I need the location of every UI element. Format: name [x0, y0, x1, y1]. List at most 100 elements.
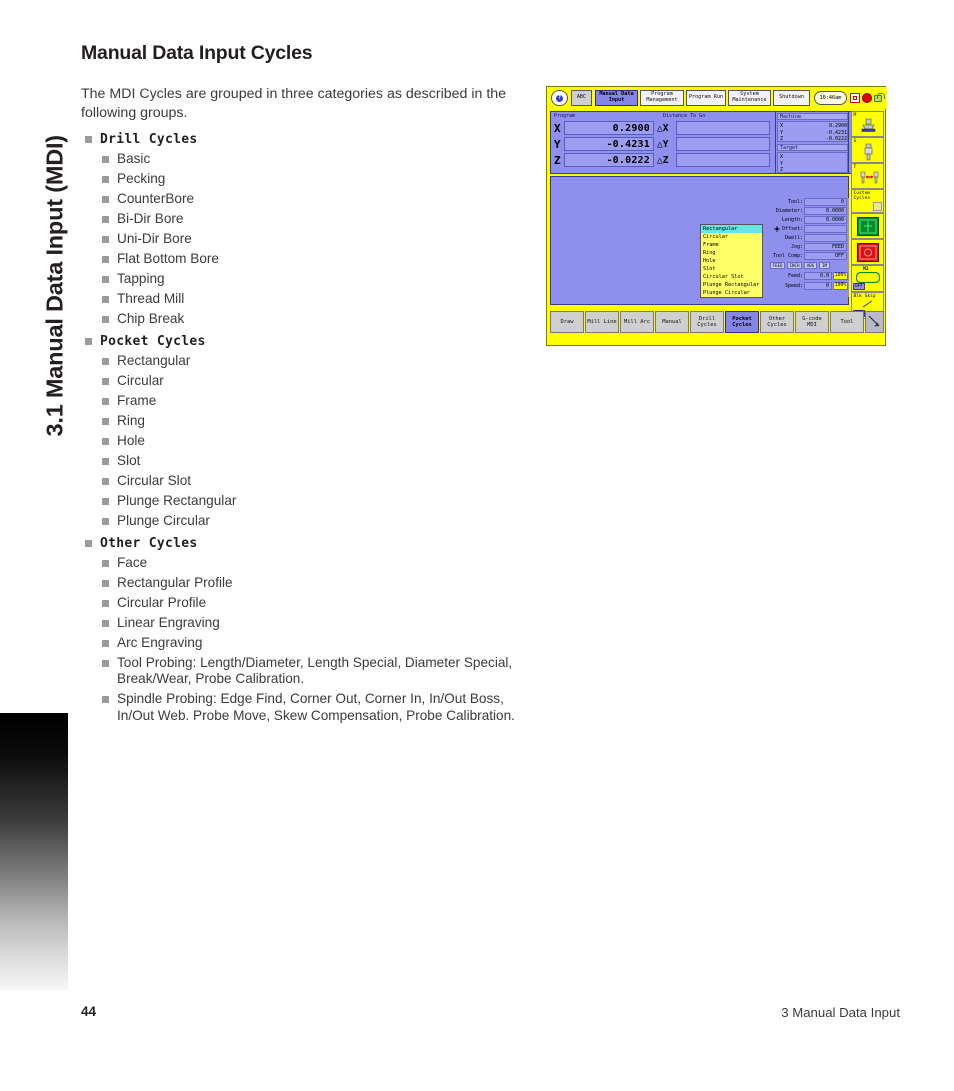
machine-axis-x: X: [780, 123, 784, 129]
rail-item-red-part[interactable]: [851, 239, 884, 265]
rail-item-tool-changer[interactable]: T: [851, 163, 884, 189]
footer-section-label: 3 Manual Data Input: [781, 1005, 900, 1020]
feed-override-percent[interactable]: 100%: [833, 272, 848, 280]
machine-value-z: -0.0222: [825, 136, 847, 142]
softkey-drill-cycles[interactable]: Drill Cycles: [690, 311, 724, 333]
dro-value-y[interactable]: -0.4231: [564, 137, 654, 151]
bullet-square-icon: [102, 255, 109, 263]
unit-button-abs[interactable]: ABS: [804, 262, 817, 269]
custom-cycles-icon: [873, 202, 882, 211]
softkey-mill-line[interactable]: Mill Line: [585, 311, 619, 333]
cycle-option-plunge-rectangular[interactable]: Plunge Rectangular: [701, 281, 762, 289]
bullet-square-icon: [102, 659, 109, 667]
cycle-group-heading: Drill Cycles: [81, 132, 536, 147]
cycle-option-plunge-circular[interactable]: Plunge Circular: [701, 289, 762, 297]
cycle-option-slot[interactable]: Slot: [701, 265, 762, 273]
cycle-option-circular-slot[interactable]: Circular Slot: [701, 273, 762, 281]
bullet-square-icon: [102, 295, 109, 303]
cycle-item-label: Ring: [117, 412, 145, 428]
unlock-icon[interactable]: [874, 93, 885, 102]
cnc-top-toolbar: ? ABC Manual Data Input Program Manageme…: [547, 87, 887, 109]
dwell-value[interactable]: [804, 234, 847, 242]
cycle-item-label: Flat Bottom Bore: [117, 250, 219, 266]
rail-item-custom-cycles[interactable]: Custom Cycles: [851, 189, 884, 213]
cycle-group-heading: Pocket Cycles: [81, 334, 536, 349]
tab-system-maintenance[interactable]: System Maintenance: [728, 90, 771, 106]
abc-keyboard-button[interactable]: ABC: [571, 90, 592, 106]
estop-icon[interactable]: [862, 93, 872, 103]
rail-item-spindle-s[interactable]: S: [851, 137, 884, 163]
cycle-item-label: Spindle Probing: Edge Find, Corner Out, …: [117, 691, 515, 723]
cycle-item-label: Pecking: [117, 170, 166, 186]
bullet-square-icon: [102, 175, 109, 183]
cycle-option-hole[interactable]: Hole: [701, 257, 762, 265]
cycle-item: Plunge Rectangular: [98, 493, 536, 510]
softkey-mill-arc[interactable]: Mill Arc: [620, 311, 654, 333]
tool-value[interactable]: 0: [804, 198, 847, 206]
tab-program-management[interactable]: Program Management: [640, 90, 684, 106]
tab-shutdown[interactable]: Shutdown: [773, 90, 810, 106]
jog-row: Jog: FEED: [766, 243, 849, 251]
target-row-y: Y: [780, 161, 847, 167]
rail-label-t: T: [853, 164, 857, 170]
bullet-square-icon: [102, 215, 109, 223]
softkey-other-cycles[interactable]: Other Cycles: [760, 311, 794, 333]
tab-manual-data-input[interactable]: Manual Data Input: [595, 90, 638, 106]
unit-button-im[interactable]: IM: [819, 262, 830, 269]
unit-button-feed[interactable]: FEED: [770, 262, 785, 269]
bullet-square-icon: [102, 397, 109, 405]
machine-values-box: X 0.2900 Y -0.4231 Z -0.0222: [777, 121, 848, 142]
cycle-item: Spindle Probing: Edge Find, Corner Out, …: [98, 691, 536, 724]
cycle-item: Arc Engraving: [98, 635, 536, 652]
dro-value-x[interactable]: 0.2900: [564, 121, 654, 135]
target-row-z: Z: [780, 167, 847, 173]
cycle-item: Basic: [98, 151, 536, 168]
jog-value[interactable]: FEED: [804, 243, 847, 251]
cycle-option-circular[interactable]: Circular: [701, 233, 762, 241]
pocket-cycle-dropdown[interactable]: Rectangular Circular Frame Ring Hole Slo…: [700, 224, 763, 298]
rail-item-spindle-m[interactable]: M: [851, 111, 884, 137]
cycle-item-label: CounterBore: [117, 190, 195, 206]
cycle-item-label: Arc Engraving: [117, 634, 203, 650]
dro-value-z[interactable]: -0.0222: [564, 153, 654, 167]
softkey-manual[interactable]: Manual: [655, 311, 689, 333]
machine-row-z: Z -0.0222: [780, 136, 847, 142]
length-row: Length: 0.0000: [766, 216, 849, 224]
offset-value[interactable]: [804, 225, 847, 233]
softkey-pocket-cycles[interactable]: Pocket Cycles: [725, 311, 759, 333]
feed-value[interactable]: 0.0: [804, 272, 832, 280]
dwell-row: Dwell:: [766, 234, 849, 242]
cycle-item-label: Frame: [117, 392, 157, 408]
cycle-item: Circular Profile: [98, 595, 536, 612]
diameter-value[interactable]: 0.0000: [804, 207, 847, 215]
tab-program-run[interactable]: Program Run: [686, 90, 726, 106]
bullet-square-icon: [102, 559, 109, 567]
rail-item-green-part[interactable]: [851, 213, 884, 239]
softkey-tool[interactable]: Tool: [830, 311, 864, 333]
speed-override-percent[interactable]: 100%: [833, 282, 848, 290]
bullet-square-icon: [102, 195, 109, 203]
intro-paragraph: The MDI Cycles are grouped in three cate…: [81, 86, 507, 121]
cycle-item-list: Basic Pecking CounterBore Bi-Dir Bore Uni-Di…: [81, 151, 536, 328]
softkey-draw[interactable]: Draw: [550, 311, 584, 333]
speed-value[interactable]: 0: [804, 282, 832, 290]
record-icon[interactable]: [850, 93, 860, 103]
length-value[interactable]: 0.0000: [804, 216, 847, 224]
tool-comp-value[interactable]: OFF: [804, 252, 847, 260]
cycle-group-list: Drill Cycles Basic Pecking CounterBore Bi-Di…: [81, 132, 536, 724]
unit-button-inch[interactable]: INCH: [787, 262, 802, 269]
cnc-softkey-bar: Draw Mill Line Mill Arc Manual Drill Cyc…: [550, 309, 884, 335]
softkey-g-code-mdi[interactable]: G-code MDI: [795, 311, 829, 333]
rail-item-optional-stop[interactable]: M1 OFF: [851, 265, 884, 292]
target-axis-z: Z: [780, 167, 784, 173]
cycle-option-rectangular[interactable]: Rectangular: [701, 225, 762, 233]
cycle-option-frame[interactable]: Frame: [701, 241, 762, 249]
chapter-title: 3.1 Manual Data Input (MDI): [41, 135, 68, 437]
cycle-item: Circular Slot: [98, 473, 536, 490]
offset-icon: [774, 226, 780, 232]
cycle-item-label: Chip Break: [117, 310, 185, 326]
cycle-option-ring[interactable]: Ring: [701, 249, 762, 257]
help-button[interactable]: ?: [551, 90, 568, 106]
cycle-item: Circular: [98, 373, 536, 390]
softkey-next-page[interactable]: [865, 311, 884, 333]
